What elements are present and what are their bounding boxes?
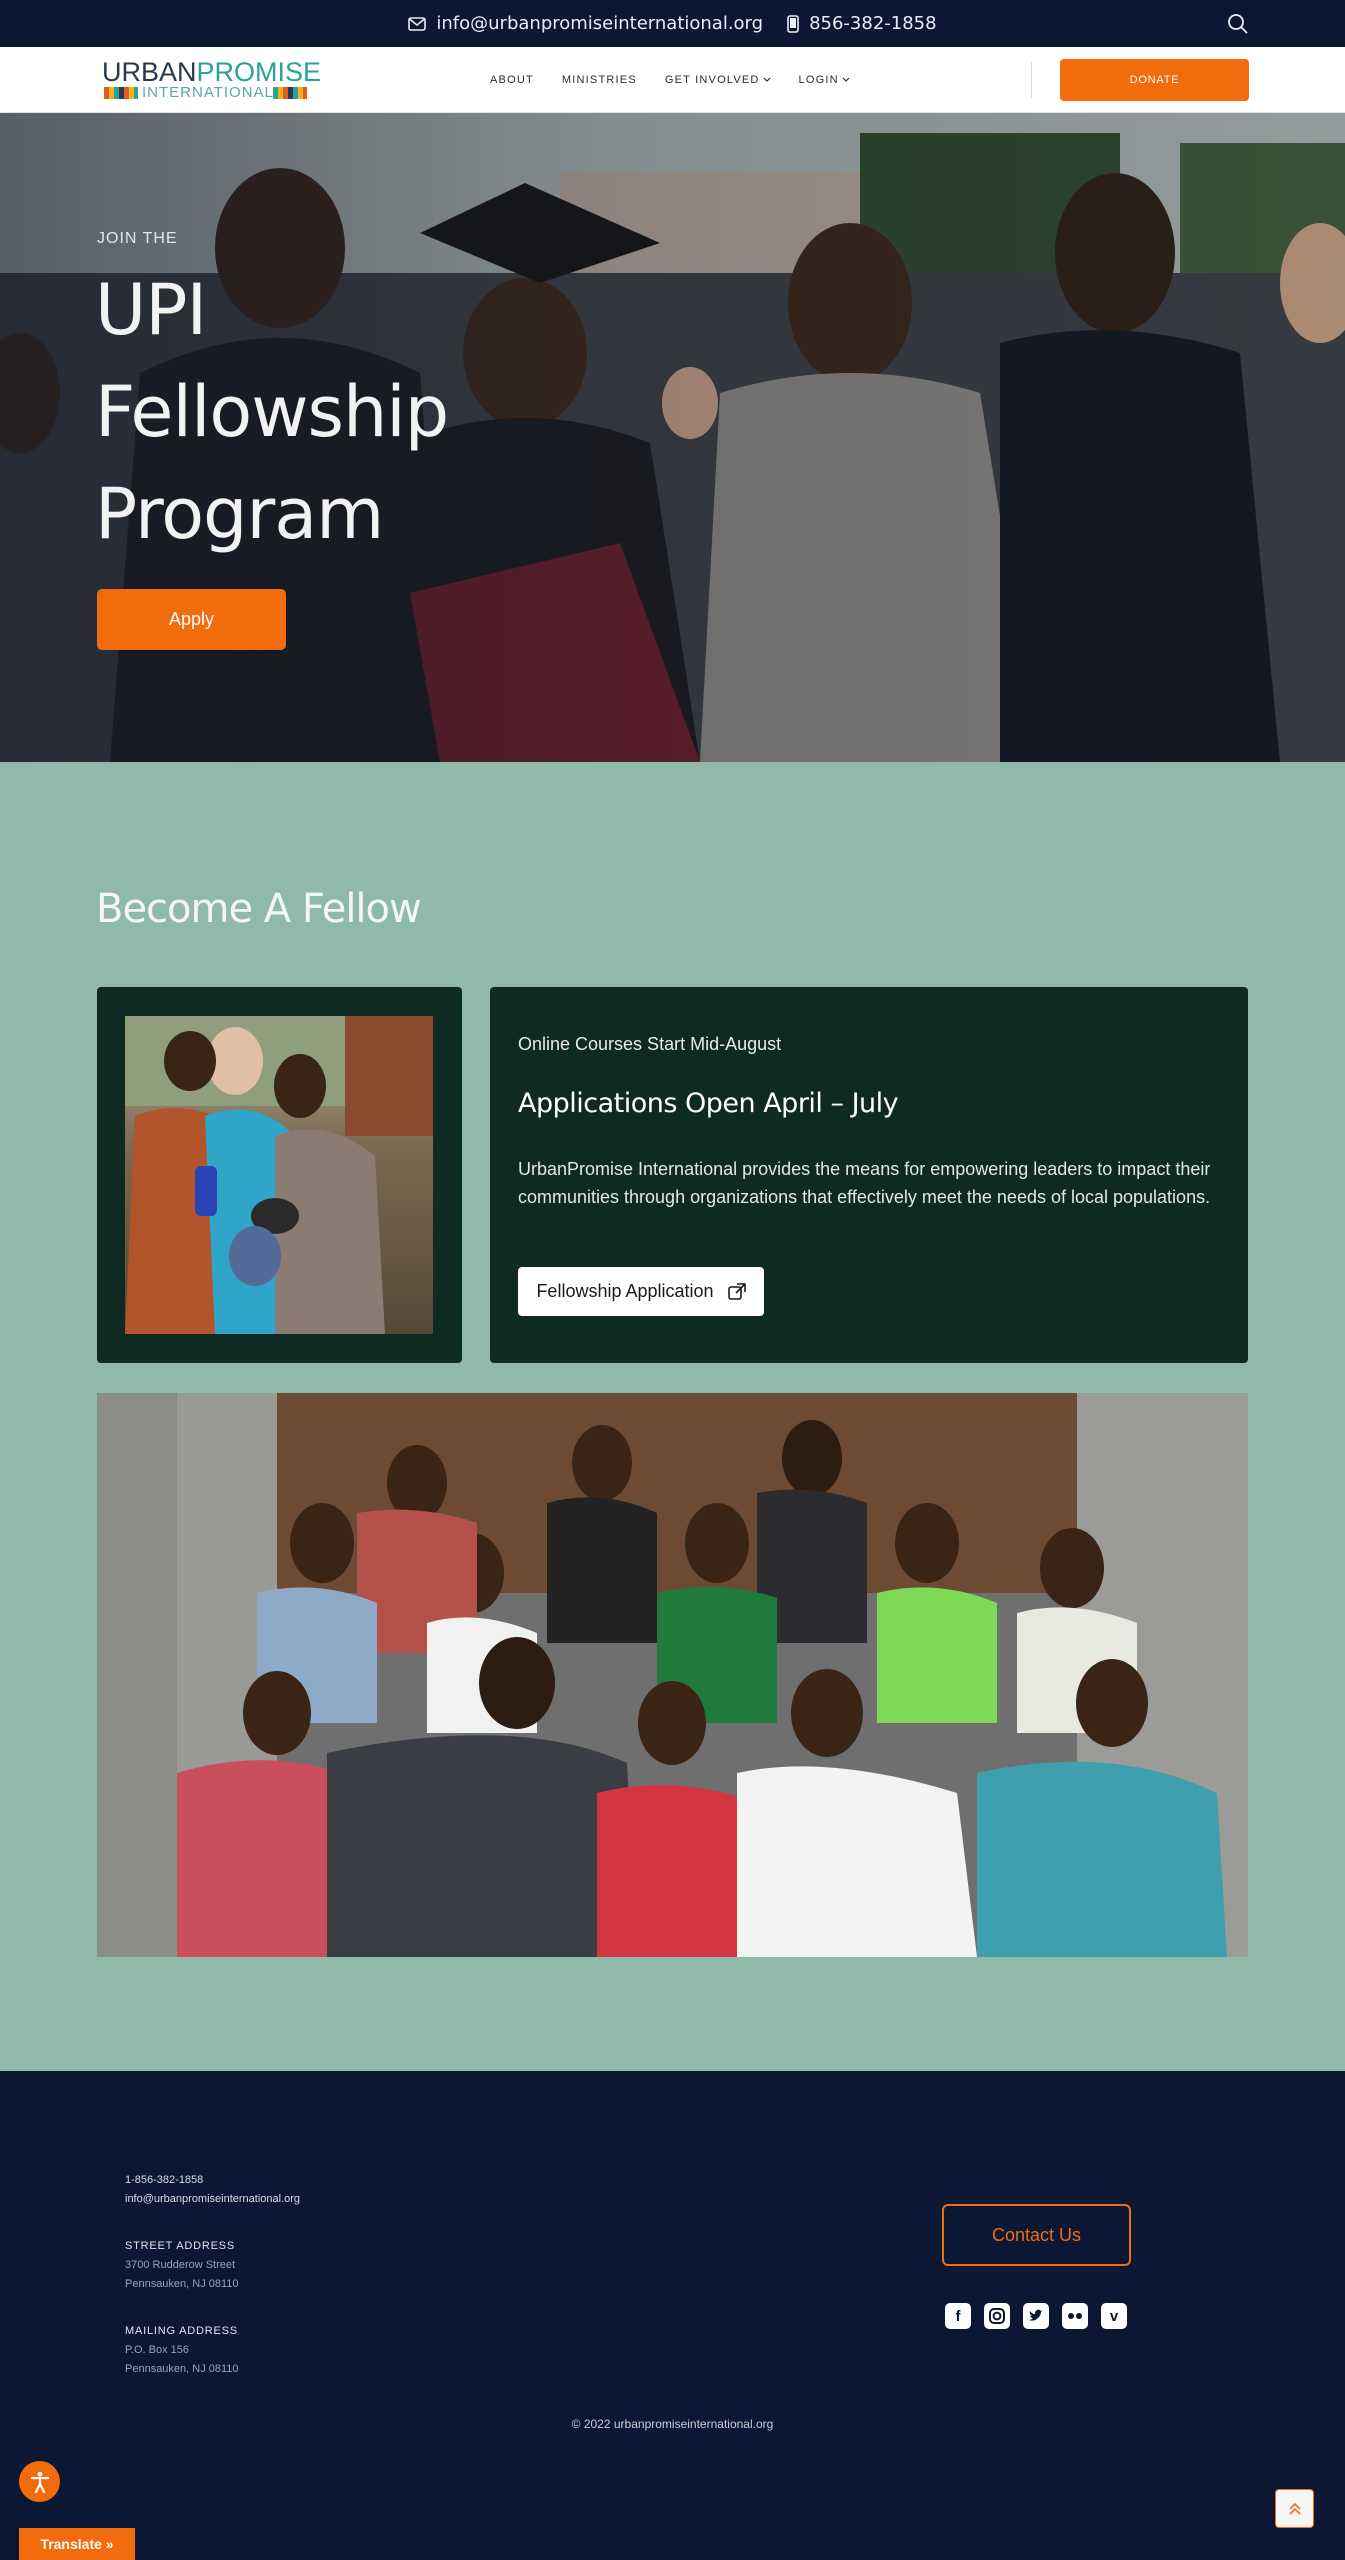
fellowship-application-label: Fellowship Application: [536, 1281, 714, 1301]
nav-item-ministries[interactable]: MINISTRIES: [562, 74, 637, 86]
fellow-photo: [125, 1016, 433, 1334]
footer-street-address: STREET ADDRESS 3700 Rudderow Street Penn…: [125, 2237, 239, 2294]
hero-title-line: Fellowship: [95, 371, 449, 453]
vimeo-icon[interactable]: v: [1101, 2303, 1127, 2329]
logo-word-b: PROMISE: [196, 57, 322, 87]
twitter-icon[interactable]: [1023, 2303, 1049, 2329]
street-address-line: Pennsauken, NJ 08110: [125, 2278, 239, 2290]
logo-subtitle: INTERNATIONAL: [142, 84, 274, 101]
social-links: f v: [945, 2303, 1127, 2329]
topbar-phone[interactable]: 856-382-1858: [787, 13, 937, 34]
accessibility-button[interactable]: [19, 2461, 60, 2502]
main-navigation: URBANPROMISE INTERNATIONAL ABOUT MINISTR…: [0, 47, 1345, 113]
nav-item-label: LOGIN: [798, 74, 839, 86]
hero-banner: JOIN THE UPI Fellowship Program Apply: [0, 113, 1345, 762]
instagram-icon[interactable]: [984, 2303, 1010, 2329]
footer-contact: 1-856-382-1858 info@urbanpromiseinternat…: [125, 2171, 300, 2209]
apply-button[interactable]: Apply: [97, 589, 286, 650]
hero-title-line: UPI: [95, 269, 207, 351]
contact-us-button[interactable]: Contact Us: [942, 2204, 1131, 2266]
chevron-down-icon: [763, 77, 770, 82]
logo-wordmark: URBANPROMISE: [102, 57, 321, 87]
top-contact-bar: info@urbanpromiseinternational.org 856-3…: [0, 0, 1345, 47]
nav-item-label: GET INVOLVED: [664, 74, 760, 86]
double-chevron-up-icon: [1288, 2502, 1301, 2515]
donate-button[interactable]: DONATE: [1060, 59, 1249, 101]
street-address-line: 3700 Rudderow Street: [125, 2259, 236, 2271]
logo-word-a: URBAN: [102, 57, 197, 87]
logo-stripe-left: [104, 87, 138, 99]
urbanpromise-logo[interactable]: URBANPROMISE INTERNATIONAL: [102, 57, 321, 103]
copyright-text: © 2022 urbanpromiseinternational.org: [571, 2417, 774, 2431]
flickr-icon[interactable]: [1062, 2303, 1088, 2329]
group-photo-image: [97, 1393, 1248, 1957]
nav-item-label: ABOUT: [490, 74, 534, 86]
footer-email[interactable]: info@urbanpromiseinternational.org: [125, 2190, 300, 2209]
nav-item-login[interactable]: LOGIN: [799, 74, 850, 86]
mailing-address-line: Pennsauken, NJ 08110: [125, 2363, 239, 2375]
accessibility-icon: [30, 2471, 49, 2493]
hero-kicker: JOIN THE: [97, 230, 178, 247]
fellow-heading: Applications Open April – July: [518, 1088, 899, 1119]
topbar-email-text: info@urbanpromiseinternational.org: [436, 13, 764, 34]
fellows-group-photo: [97, 1393, 1248, 1957]
scroll-to-top-button[interactable]: [1275, 2489, 1314, 2528]
section-title: Become A Fellow: [96, 886, 422, 932]
nav-item-label: MINISTRIES: [561, 74, 637, 86]
fellowship-application-button[interactable]: Fellowship Application: [518, 1267, 764, 1316]
topbar-email[interactable]: info@urbanpromiseinternational.org: [408, 13, 763, 34]
nav-menu: ABOUT MINISTRIES GET INVOLVED LOGIN: [490, 47, 850, 113]
chevron-down-icon: [842, 77, 850, 82]
logo-stripe-right: [273, 87, 307, 99]
street-address-label: STREET ADDRESS: [125, 2240, 236, 2252]
fellow-description: UrbanPromise International provides the …: [518, 1159, 1211, 1207]
envelope-icon: [408, 16, 427, 31]
fellow-photo-card: [97, 987, 462, 1363]
footer-phone[interactable]: 1-856-382-1858: [125, 2171, 300, 2190]
nav-item-about[interactable]: ABOUT: [490, 74, 534, 86]
mailing-address-label: MAILING ADDRESS: [125, 2325, 238, 2337]
nav-divider: [1031, 62, 1032, 98]
fellow-subtitle: Online Courses Start Mid-August: [518, 1034, 782, 1054]
fellow-info-card: Online Courses Start Mid-August Applicat…: [490, 987, 1248, 1363]
site-footer: [0, 2071, 1345, 2560]
nav-item-get-involved[interactable]: GET INVOLVED: [665, 74, 771, 86]
hero-title-line: Program: [95, 473, 384, 555]
facebook-icon[interactable]: f: [945, 2303, 971, 2329]
women-group-photo: [125, 1016, 433, 1334]
hero-title: UPI Fellowship Program: [95, 259, 515, 565]
topbar-phone-text: 856-382-1858: [809, 13, 937, 34]
mailing-address-line: P.O. Box 156: [125, 2344, 190, 2356]
external-link-icon: [727, 1282, 746, 1300]
translate-button[interactable]: Translate »: [19, 2528, 135, 2560]
mobile-phone-icon: [787, 14, 799, 33]
footer-mailing-address: MAILING ADDRESS P.O. Box 156 Pennsauken,…: [125, 2322, 239, 2379]
search-icon[interactable]: [1227, 13, 1249, 35]
